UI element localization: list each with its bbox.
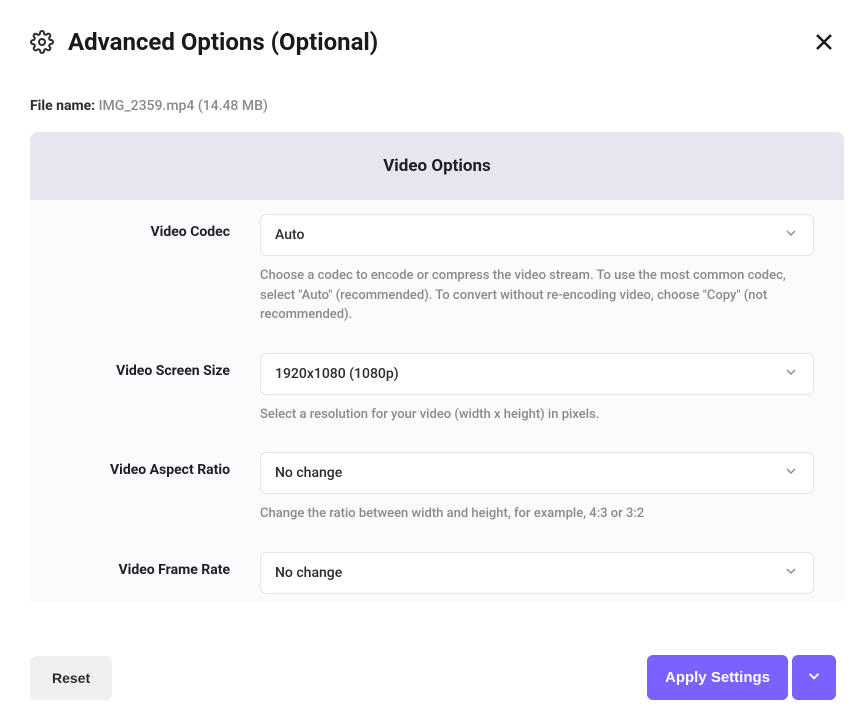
select-video-codec[interactable]: Auto bbox=[260, 214, 814, 256]
chevron-down-icon bbox=[805, 667, 823, 688]
dialog-footer: Reset Apply Settings bbox=[0, 635, 866, 728]
row-video-frame-rate: Video Frame Rate No change Change FPS (f… bbox=[30, 538, 844, 603]
field-video-codec: Auto Choose a codec to encode or compres… bbox=[260, 214, 814, 325]
page-title: Advanced Options (Optional) bbox=[68, 28, 378, 56]
chevron-down-icon bbox=[783, 463, 799, 483]
row-video-codec: Video Codec Auto Choose a codec to encod… bbox=[30, 200, 844, 339]
label-video-codec: Video Codec bbox=[60, 214, 230, 325]
reset-button[interactable]: Reset bbox=[30, 656, 112, 700]
apply-settings-button[interactable]: Apply Settings bbox=[647, 655, 788, 700]
filename-value: IMG_2359.mp4 (14.48 MB) bbox=[99, 98, 268, 114]
filename-label: File name: bbox=[30, 98, 95, 114]
header-left: Advanced Options (Optional) bbox=[30, 28, 378, 56]
help-video-aspect-ratio: Change the ratio between width and heigh… bbox=[260, 504, 814, 524]
help-video-screen-size: Select a resolution for your video (widt… bbox=[260, 405, 814, 425]
select-value: No change bbox=[275, 465, 342, 481]
close-icon[interactable] bbox=[812, 30, 836, 54]
help-video-codec: Choose a codec to encode or compress the… bbox=[260, 266, 814, 325]
select-value: Auto bbox=[275, 227, 304, 243]
label-video-frame-rate: Video Frame Rate bbox=[60, 552, 230, 603]
row-video-aspect-ratio: Video Aspect Ratio No change Change the … bbox=[30, 438, 844, 538]
select-value: 1920x1080 (1080p) bbox=[275, 366, 399, 382]
chevron-down-icon bbox=[783, 563, 799, 583]
dialog-header: Advanced Options (Optional) bbox=[0, 0, 866, 56]
label-video-screen-size: Video Screen Size bbox=[60, 353, 230, 425]
label-video-aspect-ratio: Video Aspect Ratio bbox=[60, 452, 230, 524]
select-value: No change bbox=[275, 565, 342, 581]
row-video-screen-size: Video Screen Size 1920x1080 (1080p) Sele… bbox=[30, 339, 844, 439]
select-video-aspect-ratio[interactable]: No change bbox=[260, 452, 814, 494]
apply-group: Apply Settings bbox=[647, 655, 836, 700]
select-video-frame-rate[interactable]: No change bbox=[260, 552, 814, 594]
select-video-screen-size[interactable]: 1920x1080 (1080p) bbox=[260, 353, 814, 395]
field-video-screen-size: 1920x1080 (1080p) Select a resolution fo… bbox=[260, 353, 814, 425]
field-video-aspect-ratio: No change Change the ratio between width… bbox=[260, 452, 814, 524]
video-options-panel: Video Options Video Codec Auto Choose a … bbox=[30, 132, 844, 602]
options-scroll-area[interactable]: Video Options Video Codec Auto Choose a … bbox=[30, 132, 858, 602]
gear-icon bbox=[30, 30, 54, 54]
chevron-down-icon bbox=[783, 225, 799, 245]
field-video-frame-rate: No change Change FPS (frames per second)… bbox=[260, 552, 814, 603]
apply-dropdown-button[interactable] bbox=[792, 655, 836, 700]
filename-row: File name: IMG_2359.mp4 (14.48 MB) bbox=[0, 56, 866, 114]
section-header: Video Options bbox=[30, 132, 844, 200]
chevron-down-icon bbox=[783, 364, 799, 384]
